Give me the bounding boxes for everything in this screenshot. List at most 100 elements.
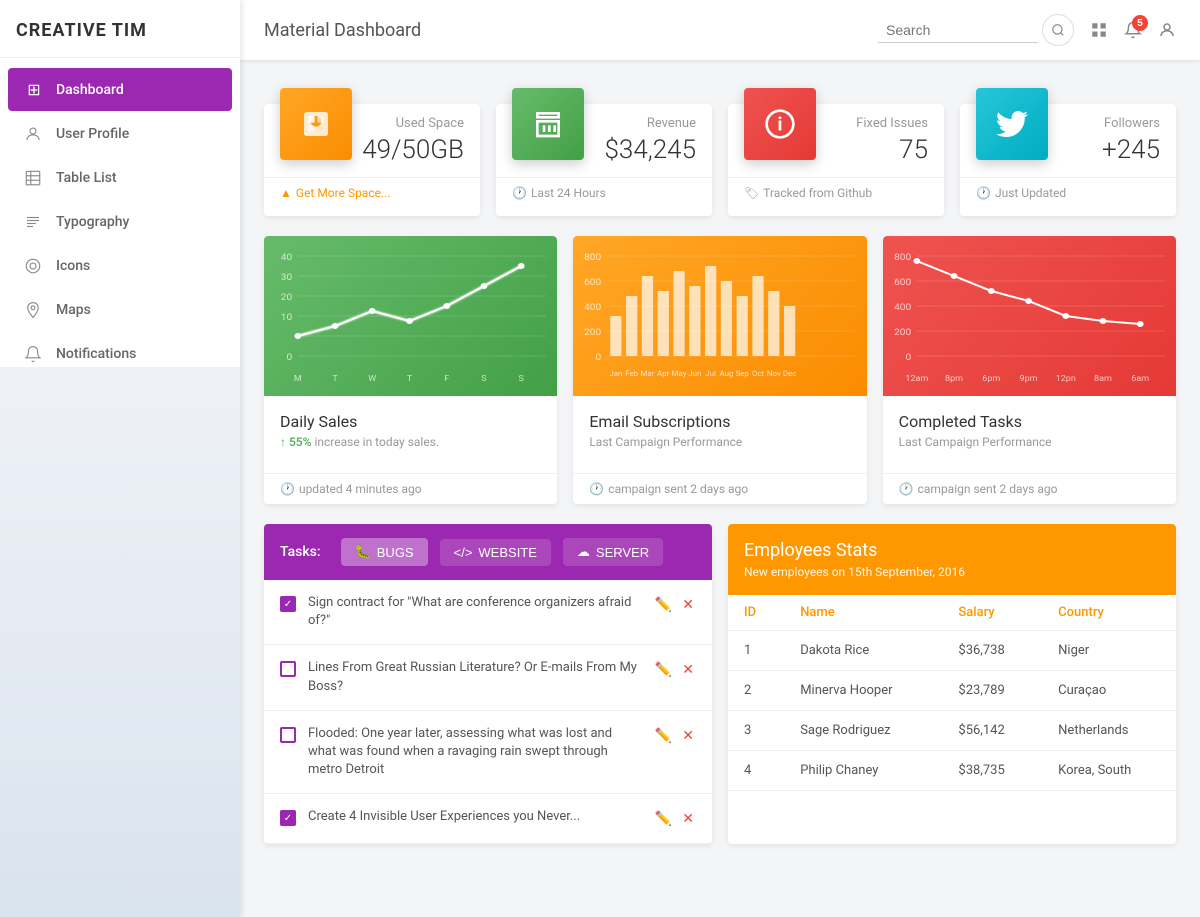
task-edit-4[interactable]: ✏️: [653, 808, 674, 829]
svg-text:T: T: [407, 374, 412, 383]
sidebar: CREATIVE TIM ⊞ Dashboard User Profile Ta…: [0, 0, 240, 917]
svg-text:Sep: Sep: [736, 369, 749, 377]
server-icon: ☁: [577, 544, 590, 560]
employees-subtitle: New employees on 15th September, 2016: [744, 565, 1160, 579]
task-checkbox-2[interactable]: [280, 661, 296, 677]
table-row: 3 Sage Rodriguez $56,142 Netherlands: [728, 711, 1176, 751]
task-actions-3: ✏️ ✕: [653, 725, 696, 746]
fixed-issues-footer-text: Tracked from Github: [763, 186, 872, 200]
stat-card-followers: Followers +245 🕐 Just Updated: [960, 104, 1176, 216]
header: Material Dashboard 5: [240, 0, 1200, 60]
svg-text:Mar: Mar: [641, 369, 655, 377]
task-edit-3[interactable]: ✏️: [653, 725, 674, 746]
svg-text:i: i: [778, 114, 783, 136]
task-item-3: Flooded: One year later, assessing what …: [264, 711, 712, 795]
svg-text:May: May: [672, 369, 687, 377]
task-actions-2: ✏️ ✕: [653, 659, 696, 680]
svg-text:Jul: Jul: [706, 369, 717, 377]
used-space-footer: ▲ Get More Space...: [264, 177, 480, 200]
sidebar-item-label: Table List: [56, 170, 117, 186]
svg-text:600: 600: [584, 277, 601, 287]
sidebar-nav: ⊞ Dashboard User Profile Table List Typo…: [0, 58, 240, 385]
svg-text:0: 0: [286, 352, 292, 362]
task-edit-1[interactable]: ✏️: [653, 594, 674, 615]
svg-text:S: S: [519, 374, 524, 383]
fixed-issues-footer: 🏷 Tracked from Github: [728, 177, 944, 200]
sidebar-item-user-profile[interactable]: User Profile: [8, 113, 232, 155]
email-subscriptions-chart: 800 600 400 200 0: [573, 236, 866, 396]
svg-text:9pm: 9pm: [1019, 374, 1037, 383]
task-checkbox-3[interactable]: [280, 727, 296, 743]
svg-text:M: M: [294, 374, 302, 383]
website-label: WEBSITE: [478, 545, 537, 560]
svg-text:S: S: [481, 374, 486, 383]
chart-completed-tasks: 800 600 400 200 0: [883, 236, 1176, 504]
task-delete-4[interactable]: ✕: [680, 808, 696, 829]
used-space-icon: [280, 88, 352, 160]
completed-tasks-chart: 800 600 400 200 0: [883, 236, 1176, 396]
sidebar-item-dashboard[interactable]: ⊞ Dashboard: [8, 68, 232, 111]
cell-country: Curaçao: [1042, 671, 1176, 711]
employees-card: Employees Stats New employees on 15th Se…: [728, 524, 1176, 844]
task-item-1: Sign contract for "What are conference o…: [264, 580, 712, 645]
daily-sales-title: Daily Sales: [280, 412, 541, 431]
tasks-label: Tasks:: [280, 544, 321, 560]
task-checkbox-1[interactable]: [280, 596, 296, 612]
task-delete-3[interactable]: ✕: [680, 725, 696, 746]
task-text-3: Flooded: One year later, assessing what …: [308, 725, 641, 780]
sidebar-item-maps[interactable]: Maps: [8, 289, 232, 331]
sidebar-item-label: User Profile: [56, 126, 129, 142]
sidebar-item-notifications[interactable]: Notifications: [8, 333, 232, 375]
search-button[interactable]: [1042, 14, 1074, 46]
daily-sales-footer-text: updated 4 minutes ago: [299, 482, 422, 496]
task-edit-2[interactable]: ✏️: [653, 659, 674, 680]
svg-text:Dec: Dec: [783, 369, 797, 377]
cell-country: Netherlands: [1042, 711, 1176, 751]
stats-row: Used Space 49/50GB ▲ Get More Space... R…: [264, 104, 1176, 216]
server-label: SERVER: [596, 545, 649, 560]
sidebar-item-label: Notifications: [56, 346, 136, 362]
task-actions-1: ✏️ ✕: [653, 594, 696, 615]
followers-footer-text: Just Updated: [995, 186, 1066, 200]
stat-card-revenue: Revenue $34,245 🕐 Last 24 Hours: [496, 104, 712, 216]
clock-icon: 🕐: [512, 186, 527, 200]
tasks-tab-website[interactable]: </> WEBSITE: [440, 539, 551, 566]
maps-icon: [24, 301, 44, 319]
task-delete-2[interactable]: ✕: [680, 659, 696, 680]
email-subscriptions-footer: 🕐 campaign sent 2 days ago: [573, 473, 866, 504]
col-country: Country: [1042, 595, 1176, 631]
svg-text:T: T: [332, 374, 337, 383]
task-delete-1[interactable]: ✕: [680, 594, 696, 615]
sidebar-item-typography[interactable]: Typography: [8, 201, 232, 243]
svg-text:Jun: Jun: [689, 369, 702, 377]
tasks-tab-server[interactable]: ☁ SERVER: [563, 538, 663, 566]
revenue-footer: 🕐 Last 24 Hours: [496, 177, 712, 200]
clock-icon: 🕐: [280, 482, 295, 496]
cell-id: 4: [728, 751, 784, 791]
sidebar-item-icons[interactable]: Icons: [8, 245, 232, 287]
svg-text:40: 40: [281, 252, 292, 262]
sidebar-item-table-list[interactable]: Table List: [8, 157, 232, 199]
svg-text:Apr: Apr: [657, 369, 670, 377]
grid-button[interactable]: [1090, 21, 1108, 39]
task-checkbox-4[interactable]: [280, 810, 296, 826]
svg-text:6am: 6am: [1131, 374, 1149, 383]
tasks-tab-bugs[interactable]: 🐛 BUGS: [341, 538, 428, 566]
icons-icon: [24, 257, 44, 275]
completed-tasks-footer: 🕐 campaign sent 2 days ago: [883, 473, 1176, 504]
svg-text:12pn: 12pn: [1055, 374, 1075, 383]
daily-sales-footer: 🕐 updated 4 minutes ago: [264, 473, 557, 504]
chart-daily-sales: 40 30 20 10 0: [264, 236, 557, 504]
notifications-button[interactable]: 5: [1124, 21, 1142, 39]
svg-text:Oct: Oct: [752, 369, 765, 377]
col-salary: Salary: [942, 595, 1042, 631]
svg-text:200: 200: [894, 327, 911, 337]
search-input[interactable]: [878, 18, 1038, 43]
bugs-label: BUGS: [377, 545, 414, 560]
svg-text:200: 200: [584, 327, 601, 337]
notification-badge: 5: [1132, 15, 1148, 31]
used-space-footer-text: Get More Space...: [296, 186, 391, 200]
svg-text:20: 20: [281, 292, 292, 302]
user-profile-button[interactable]: [1158, 21, 1176, 39]
typography-icon: [24, 213, 44, 231]
